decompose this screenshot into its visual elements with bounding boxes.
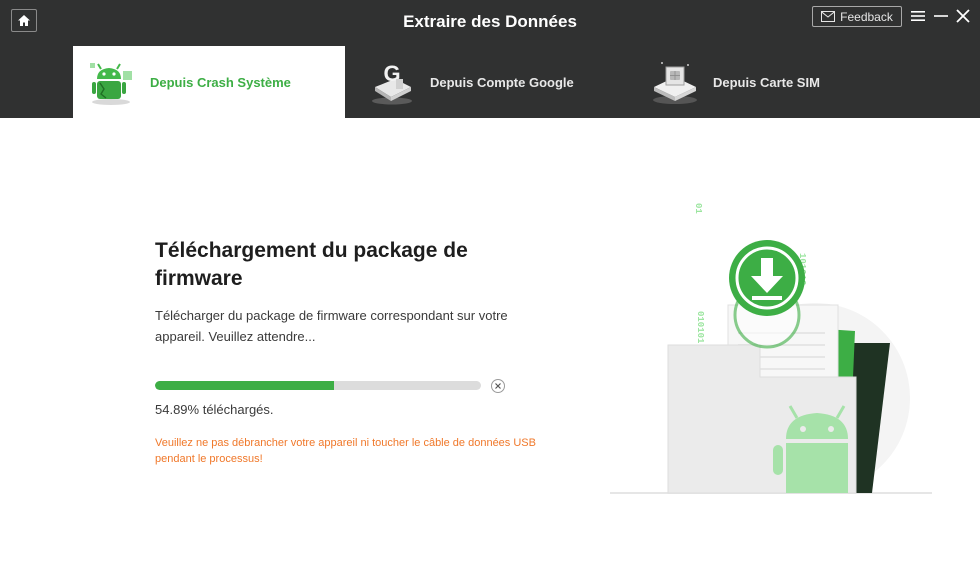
svg-text:010101: 010101 [695, 311, 705, 344]
progress-status-text: 54.89% téléchargés. [155, 402, 274, 417]
page-heading: Téléchargement du package de firmware [155, 239, 468, 290]
minimize-icon [931, 13, 951, 30]
svg-text:01: 01 [693, 203, 703, 214]
tab-label: Depuis Carte SIM [713, 74, 820, 90]
tab-compte-google[interactable]: G Depuis Compte Google [355, 46, 625, 118]
hamburger-menu-icon [908, 11, 928, 30]
progress-fill [155, 381, 334, 390]
app-window: Extraire des Données Feedback Depuis Cra… [0, 0, 980, 582]
main-content: Téléchargement du package de firmware Té… [0, 118, 980, 582]
tab-label: Depuis Crash Système [150, 74, 291, 90]
page-description: Télécharger du package de firmware corre… [155, 308, 508, 344]
sim-card-icon [650, 57, 700, 107]
tab-label: Depuis Compte Google [430, 74, 574, 90]
google-account-icon: G [367, 57, 417, 107]
cancel-download-button[interactable] [491, 379, 505, 393]
firmware-download-illustration: 01 010101 101010 010101 [610, 193, 940, 503]
mail-icon [821, 11, 836, 22]
menu-button[interactable] [908, 6, 928, 26]
minimize-button[interactable] [931, 6, 951, 26]
tab-carte-sim[interactable]: Depuis Carte SIM [638, 46, 898, 118]
download-progress-bar [155, 381, 481, 390]
feedback-button[interactable]: Feedback [812, 6, 902, 27]
title-bar: Extraire des Données Feedback Depuis Cra… [0, 0, 980, 118]
close-button[interactable] [953, 6, 973, 26]
feedback-label: Feedback [840, 9, 893, 24]
close-icon [953, 9, 973, 30]
close-icon [494, 382, 502, 390]
download-circle-icon [729, 240, 805, 349]
warning-message: Veuillez ne pas débrancher votre apparei… [155, 437, 536, 465]
tab-crash-systeme[interactable]: Depuis Crash Système [73, 46, 345, 118]
android-crash-icon [87, 57, 137, 107]
